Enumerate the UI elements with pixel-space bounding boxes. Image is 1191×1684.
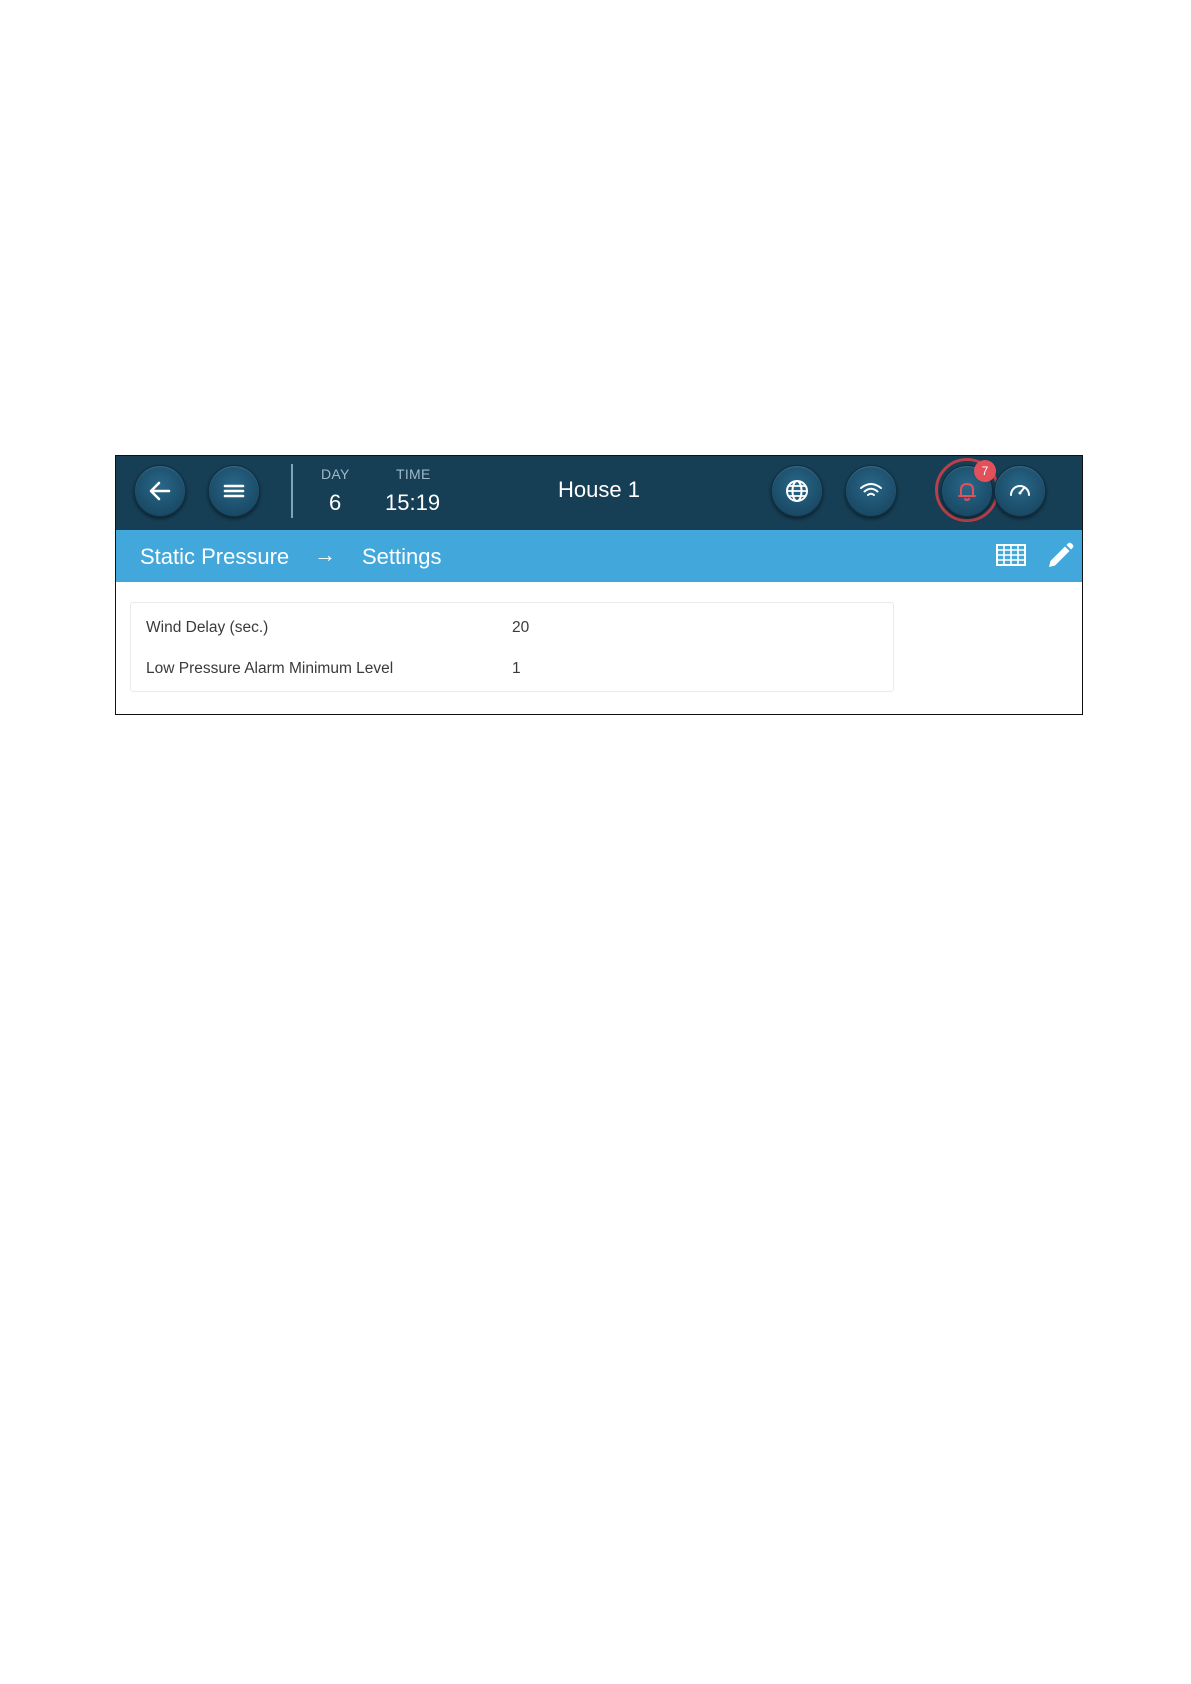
table-grid-icon: [996, 544, 1026, 566]
gauge-button[interactable]: [994, 465, 1046, 517]
wifi-icon: [860, 483, 882, 496]
network-button[interactable]: [845, 465, 897, 517]
breadcrumb-section[interactable]: Static Pressure: [140, 544, 289, 570]
setting-label: Wind Delay (sec.): [146, 619, 269, 636]
setting-value[interactable]: 20: [512, 619, 529, 637]
setting-label: Low Pressure Alarm Minimum Level: [146, 660, 394, 677]
controller-screen: DAY 6 TIME 15:19 House 1 7 Static Pressu…: [115, 455, 1083, 715]
breadcrumb-separator: →: [314, 542, 336, 567]
globe-button[interactable]: [771, 465, 823, 517]
globe-icon: [786, 480, 808, 502]
table-view-button[interactable]: [995, 540, 1027, 575]
breadcrumb-bar: Static Pressure → Settings: [116, 530, 1082, 582]
setting-row[interactable]: Low Pressure Alarm Minimum Level 1: [131, 654, 893, 684]
gauge-icon: [1010, 485, 1030, 496]
setting-value[interactable]: 1: [512, 660, 521, 678]
top-bar: DAY 6 TIME 15:19 House 1 7: [116, 456, 1082, 530]
alarm-count-badge: 7: [974, 460, 996, 482]
breadcrumb-page: Settings: [362, 544, 442, 569]
setting-row[interactable]: Wind Delay (sec.) 20: [131, 613, 893, 643]
bell-icon: [958, 483, 976, 501]
edit-button[interactable]: [1044, 540, 1076, 577]
settings-table: Wind Delay (sec.) 20 Low Pressure Alarm …: [130, 602, 894, 692]
pencil-icon: [1049, 542, 1074, 567]
